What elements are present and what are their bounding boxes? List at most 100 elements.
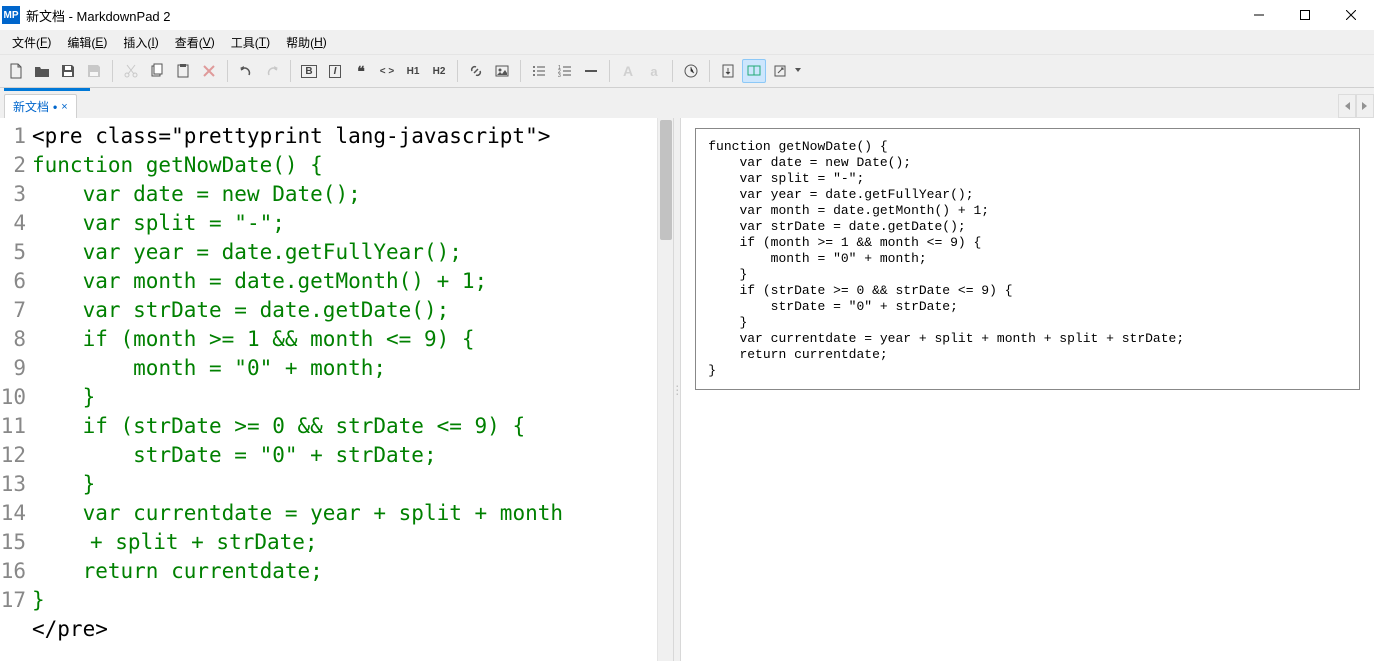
h1-icon: H1 bbox=[407, 66, 420, 77]
separator bbox=[457, 60, 458, 82]
minimize-button[interactable] bbox=[1236, 0, 1282, 30]
redo-icon bbox=[264, 63, 280, 79]
paste-button[interactable] bbox=[171, 59, 195, 83]
paste-icon bbox=[175, 63, 191, 79]
h2-icon: H2 bbox=[433, 66, 446, 77]
code-line: </pre> bbox=[32, 615, 673, 644]
live-preview-button[interactable] bbox=[742, 59, 766, 83]
cut-icon bbox=[123, 63, 139, 79]
document-tab-close[interactable]: × bbox=[61, 101, 67, 113]
quote-icon: ❝ bbox=[357, 63, 365, 80]
hr-icon bbox=[583, 63, 599, 79]
document-tab[interactable]: 新文档 • × bbox=[4, 94, 77, 118]
italic-icon: I bbox=[329, 65, 342, 78]
unordered-list-button[interactable] bbox=[527, 59, 551, 83]
code-line: } bbox=[32, 586, 673, 615]
menu-help[interactable]: 帮助(H) bbox=[278, 30, 335, 54]
code-icon: < > bbox=[380, 66, 394, 77]
cut-button[interactable] bbox=[119, 59, 143, 83]
save-all-icon bbox=[86, 63, 102, 79]
italic-button[interactable]: I bbox=[323, 59, 347, 83]
save-all-button[interactable] bbox=[82, 59, 106, 83]
new-file-button[interactable] bbox=[4, 59, 28, 83]
gutter-line: 3 bbox=[0, 180, 26, 209]
undo-button[interactable] bbox=[234, 59, 258, 83]
gutter-line: 4 bbox=[0, 209, 26, 238]
menu-tools[interactable]: 工具(T) bbox=[223, 30, 278, 54]
separator bbox=[227, 60, 228, 82]
open-external-button[interactable] bbox=[768, 59, 792, 83]
code-line: } bbox=[32, 383, 673, 412]
image-button[interactable] bbox=[490, 59, 514, 83]
export-button[interactable] bbox=[716, 59, 740, 83]
toolbar-overflow-button[interactable] bbox=[794, 68, 802, 74]
code-line: var date = new Date(); bbox=[32, 180, 673, 209]
separator bbox=[290, 60, 291, 82]
tabs-scroll-left[interactable] bbox=[1338, 94, 1356, 118]
new-file-icon bbox=[8, 63, 24, 79]
uppercase-icon: A bbox=[623, 63, 633, 79]
code-line: var year = date.getFullYear(); bbox=[32, 238, 673, 267]
h1-button[interactable]: H1 bbox=[401, 59, 425, 83]
chevron-down-icon bbox=[795, 68, 801, 74]
code-button[interactable]: < > bbox=[375, 59, 399, 83]
redo-button[interactable] bbox=[260, 59, 284, 83]
app-icon: MP bbox=[2, 6, 20, 24]
editor-textarea[interactable]: <pre class="prettyprint lang-javascript"… bbox=[32, 118, 673, 661]
export-icon bbox=[720, 63, 736, 79]
open-folder-icon bbox=[34, 63, 50, 79]
gutter-line: 13 bbox=[0, 470, 26, 499]
quote-button[interactable]: ❝ bbox=[349, 59, 373, 83]
menu-view[interactable]: 查看(V) bbox=[167, 30, 223, 54]
link-button[interactable] bbox=[464, 59, 488, 83]
ordered-list-button[interactable]: 123 bbox=[553, 59, 577, 83]
code-line: var month = date.getMonth() + 1; bbox=[32, 267, 673, 296]
preview-content: function getNowDate() { var date = new D… bbox=[695, 128, 1360, 390]
timestamp-button[interactable] bbox=[679, 59, 703, 83]
separator bbox=[709, 60, 710, 82]
menubar: 文件(F) 编辑(E) 插入(I) 查看(V) 工具(T) 帮助(H) bbox=[0, 30, 1374, 54]
preview-pane: function getNowDate() { var date = new D… bbox=[681, 118, 1374, 661]
toolbar: B I ❝ < > H1 H2 123 A a bbox=[0, 54, 1374, 88]
menu-file[interactable]: 文件(F) bbox=[4, 30, 59, 54]
close-button[interactable] bbox=[1328, 0, 1374, 30]
copy-button[interactable] bbox=[145, 59, 169, 83]
copy-icon bbox=[149, 63, 165, 79]
lowercase-button[interactable]: a bbox=[642, 59, 666, 83]
uppercase-button[interactable]: A bbox=[616, 59, 640, 83]
close-icon bbox=[1346, 10, 1356, 20]
gutter-line: 10 bbox=[0, 383, 26, 412]
window-titlebar: MP 新文档 - MarkdownPad 2 bbox=[0, 0, 1374, 30]
code-line: if (strDate >= 0 && strDate <= 9) { bbox=[32, 412, 673, 441]
scrollbar-thumb[interactable] bbox=[660, 120, 672, 240]
gutter-line: 7 bbox=[0, 296, 26, 325]
editor-split: 1234567891011121314151617 <pre class="pr… bbox=[0, 118, 1374, 661]
menu-edit[interactable]: 编辑(E) bbox=[59, 30, 115, 54]
editor-scrollbar[interactable] bbox=[657, 118, 673, 661]
code-line: <pre class="prettyprint lang-javascript"… bbox=[32, 122, 673, 151]
menu-insert[interactable]: 插入(I) bbox=[115, 30, 166, 54]
minimize-icon bbox=[1254, 10, 1264, 20]
code-line: if (month >= 1 && month <= 9) { bbox=[32, 325, 673, 354]
chevron-right-icon bbox=[1362, 102, 1368, 110]
delete-icon bbox=[201, 63, 217, 79]
bold-button[interactable]: B bbox=[297, 59, 321, 83]
splitter-handle[interactable]: ⋮ bbox=[673, 118, 681, 661]
delete-button[interactable] bbox=[197, 59, 221, 83]
gutter-line: 16 bbox=[0, 557, 26, 586]
code-line: function getNowDate() { bbox=[32, 151, 673, 180]
open-external-icon bbox=[772, 63, 788, 79]
maximize-button[interactable] bbox=[1282, 0, 1328, 30]
lowercase-icon: a bbox=[650, 64, 657, 79]
svg-text:3: 3 bbox=[558, 73, 561, 79]
chevron-left-icon bbox=[1344, 102, 1350, 110]
tabs-scroll-right[interactable] bbox=[1356, 94, 1374, 118]
h2-button[interactable]: H2 bbox=[427, 59, 451, 83]
code-line: return currentdate; bbox=[32, 557, 673, 586]
gutter-line: 11 bbox=[0, 412, 26, 441]
gutter-line: 2 bbox=[0, 151, 26, 180]
open-button[interactable] bbox=[30, 59, 54, 83]
save-button[interactable] bbox=[56, 59, 80, 83]
horizontal-rule-button[interactable] bbox=[579, 59, 603, 83]
separator bbox=[520, 60, 521, 82]
